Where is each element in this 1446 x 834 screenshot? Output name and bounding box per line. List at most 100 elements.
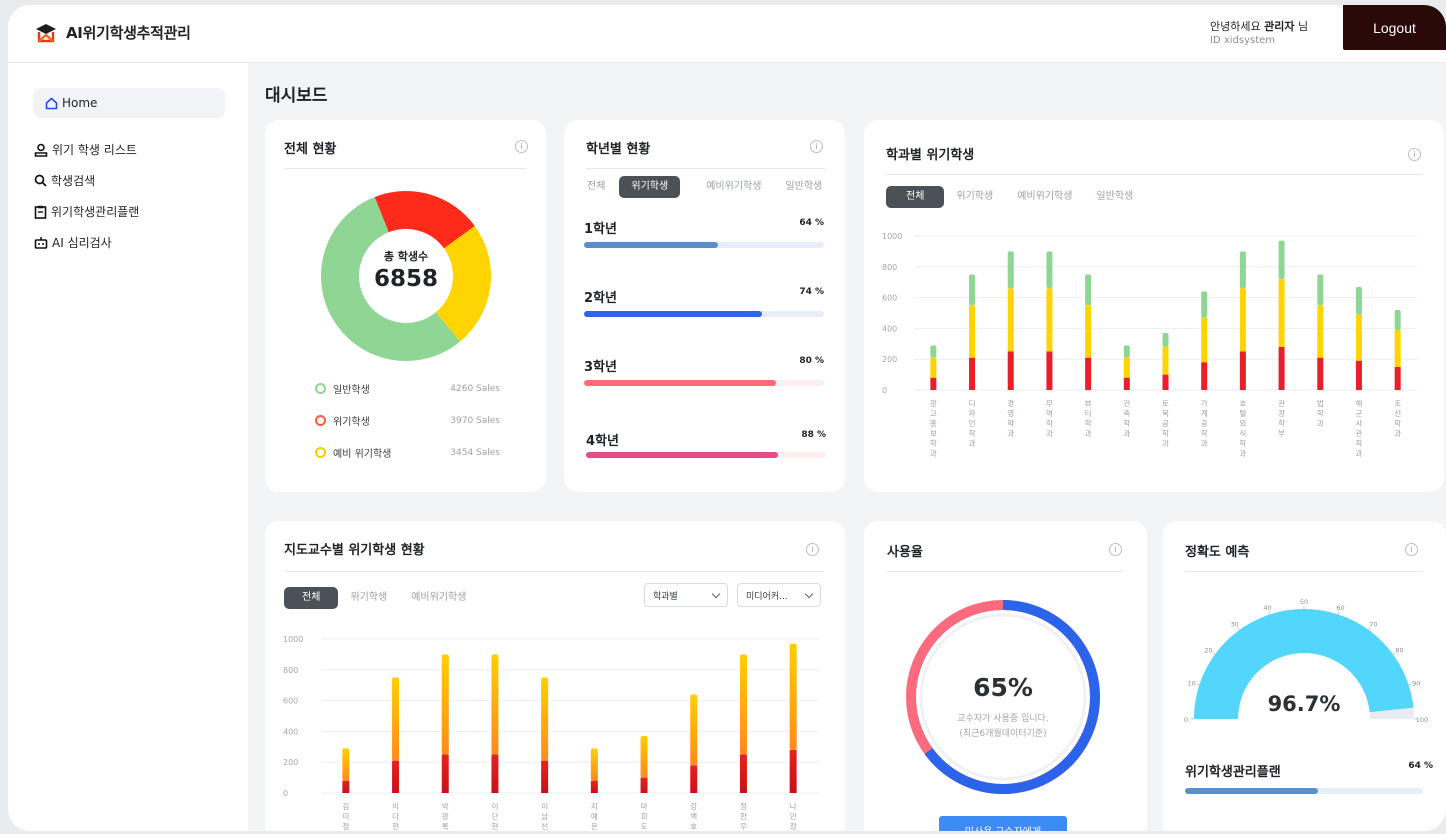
x-tick-label: 티 [1085, 409, 1092, 418]
bar-segment [1317, 357, 1324, 390]
top-bar: AI위기학생추적관리 안녕하세요 관리자 님 ID xidsystem Logo… [8, 5, 1446, 63]
sidebar-item-search[interactable]: 학생검색 [34, 172, 95, 189]
legend-value: 3454 Sales [450, 447, 500, 458]
gauge-tick [1196, 683, 1200, 686]
x-tick-label: 계 [1201, 408, 1208, 418]
bar-segment [1162, 333, 1169, 347]
bar-segment [1201, 317, 1208, 363]
gauge-tick-label: 50 [1300, 598, 1308, 606]
select-value: 미디어커... [746, 591, 788, 602]
legend-label: 위기학생 [333, 417, 370, 428]
plan-progress-fill [1185, 788, 1319, 794]
x-tick-label: 희 [641, 811, 648, 821]
bar-segment [1355, 286, 1362, 315]
x-tick-label: 사 [1356, 419, 1363, 428]
info-icon[interactable]: i [810, 140, 823, 153]
sidebar-item-ai-test[interactable]: AI 심리검사 [34, 234, 112, 251]
gauge-tick-label: 80 [1395, 647, 1403, 655]
progress-track [586, 452, 826, 458]
x-tick-label: 호 [690, 822, 697, 831]
user-greeting: 안녕하세요 관리자 님 ID xidsystem [1210, 20, 1308, 48]
bar-segment [1355, 314, 1362, 361]
bar-segment [541, 677, 549, 761]
bar-segment [1317, 305, 1324, 358]
legend-value: 4260 Sales [450, 383, 500, 394]
info-icon[interactable]: i [1408, 148, 1421, 161]
gauge-tick [1337, 611, 1340, 615]
usage-description: 교수자가 사용중 입니다. [957, 714, 1049, 724]
bar-segment [541, 760, 549, 793]
dept-tabs: 전체 위기학생 예비위기학생 일반학생 [886, 186, 1145, 208]
user-icon [34, 143, 48, 157]
bar-segment [1162, 374, 1169, 390]
x-tick-label: 공 [1162, 419, 1169, 428]
major-filter-select[interactable]: 미디어커... [737, 583, 821, 607]
progress-track [584, 242, 824, 248]
x-tick-label: 과 [1123, 429, 1130, 438]
tab-risk[interactable]: 위기학생 [338, 587, 399, 609]
dept-filter-select[interactable]: 학과별 [644, 583, 728, 607]
divider [887, 571, 1124, 572]
tab-all[interactable]: 전체 [284, 587, 339, 609]
bar-segment [1201, 291, 1208, 318]
grade-percent: 80 % [799, 356, 824, 366]
x-tick-label: 무 [1046, 399, 1053, 408]
x-tick-label: 과 [969, 439, 976, 448]
legend-label: 예비 위기학생 [333, 449, 392, 460]
gauge-tick-label: 100 [1416, 716, 1428, 724]
plan-progress-track [1185, 788, 1423, 794]
tab-prerisk[interactable]: 예비위기학생 [694, 176, 773, 198]
info-icon[interactable]: i [1405, 543, 1418, 556]
tab-risk[interactable]: 위기학생 [619, 176, 681, 198]
bar-segment [1394, 309, 1401, 330]
notify-unused-button[interactable]: 미사용 교수자에게 [939, 816, 1067, 831]
x-tick-label: 한 [740, 812, 747, 821]
sidebar-item-home[interactable]: Home [33, 88, 225, 118]
x-tick-label: 관 [1356, 428, 1363, 438]
grade-name: 1학년 [584, 222, 617, 237]
bar-segment [1394, 329, 1401, 367]
sidebar-item-student-list[interactable]: 위기 학생 리스트 [34, 141, 137, 158]
bar-segment [342, 780, 350, 793]
tab-all[interactable]: 전체 [575, 176, 617, 198]
bar-segment [1123, 357, 1130, 378]
y-tick-label: 0 [882, 386, 887, 395]
grade-row-3: 3학년 80 % [584, 356, 824, 386]
y-tick-label: 1000 [283, 635, 303, 644]
x-tick-label: 광 [442, 811, 449, 821]
legend-value: 3970 Sales [450, 415, 500, 426]
info-icon[interactable]: i [1109, 543, 1122, 556]
tab-prerisk[interactable]: 예비위기학생 [399, 587, 478, 609]
total-students: 6858 [373, 266, 438, 292]
tab-risk[interactable]: 위기학생 [944, 186, 1005, 208]
sidebar-item-plan[interactable]: 위기학생관리플랜 [34, 203, 139, 220]
bar-segment [1317, 274, 1324, 306]
x-tick-label: 학 [1162, 428, 1169, 438]
y-tick-label: 400 [882, 324, 897, 333]
x-tick-label: 백 [690, 811, 697, 821]
bar-segment [969, 357, 976, 390]
bar-segment [1239, 288, 1246, 352]
x-tick-label: 정 [342, 821, 349, 831]
tab-normal[interactable]: 일반학생 [1084, 186, 1145, 208]
logout-button[interactable]: Logout [1343, 5, 1446, 50]
info-icon[interactable]: i [515, 140, 528, 153]
tab-all[interactable]: 전체 [886, 186, 945, 208]
x-tick-label: 과 [1239, 449, 1246, 458]
x-tick-label: 과 [930, 449, 937, 458]
app-logo[interactable]: AI위기학생추적관리 [34, 22, 191, 43]
usage-card: 사용율 i 65% 교수자가 사용중 입니다. (최근6개월데이터기준) 미사용… [864, 521, 1147, 831]
bar-segment [1085, 357, 1092, 390]
x-tick-label: 과 [1085, 429, 1092, 438]
select-value: 학과별 [653, 591, 678, 602]
tab-normal[interactable]: 일반학생 [773, 176, 834, 198]
x-tick-label: 과 [1162, 439, 1169, 448]
grade-name: 2학년 [584, 291, 617, 306]
tab-prerisk[interactable]: 예비위기학생 [1005, 186, 1084, 208]
x-tick-label: 김 [342, 801, 349, 811]
card-title: 지도교수별 위기학생 현황 [284, 543, 425, 558]
info-icon[interactable]: i [806, 543, 819, 556]
grade-card: 학년별 현황 i 전체 위기학생 예비위기학생 일반학생 1학년 64 % 2학… [564, 120, 845, 492]
bar-segment [1201, 362, 1208, 390]
bar-segment [1046, 351, 1053, 390]
